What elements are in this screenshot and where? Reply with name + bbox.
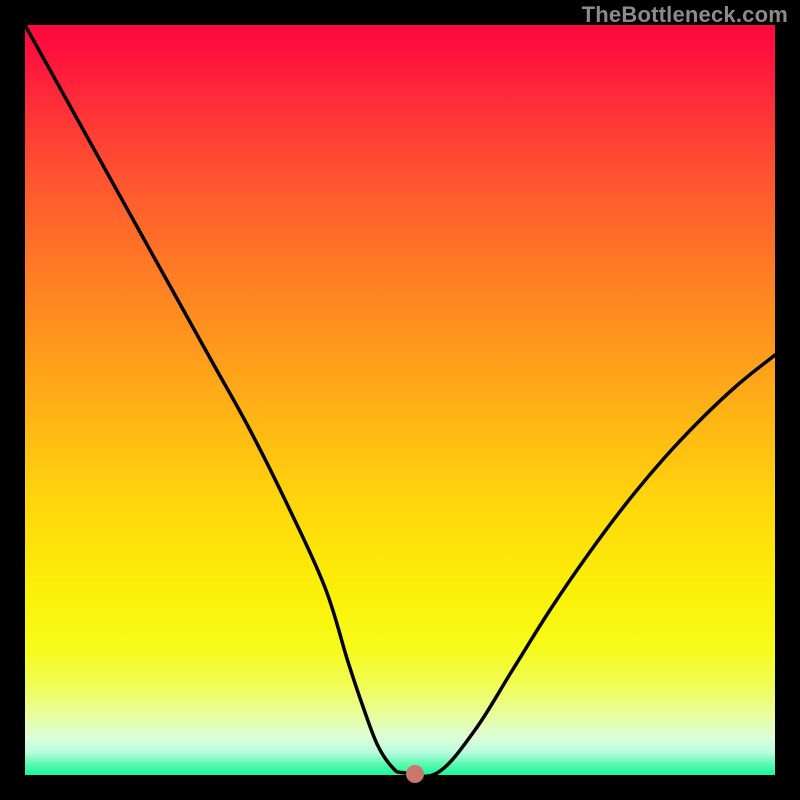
minimum-point-dot	[406, 765, 424, 783]
curve-svg	[25, 25, 775, 775]
chart-frame: TheBottleneck.com	[0, 0, 800, 800]
plot-area	[25, 25, 775, 775]
bottleneck-curve-path	[25, 25, 775, 775]
